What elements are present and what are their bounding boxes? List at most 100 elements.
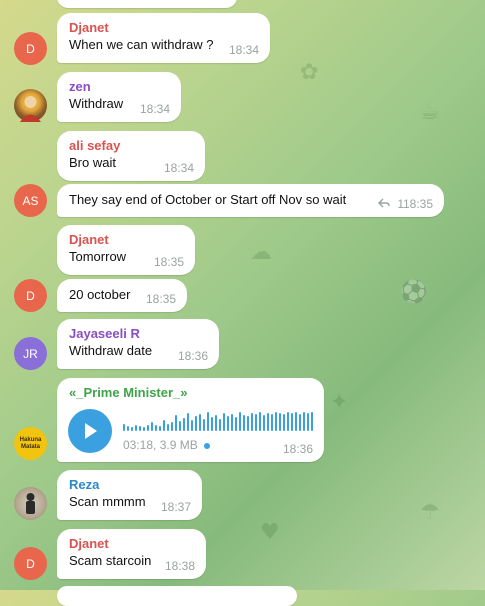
message-bubble-partial [57, 586, 297, 606]
reply-icon [377, 198, 390, 208]
avatar[interactable] [14, 89, 47, 122]
doodle-icon: ☂ [420, 500, 440, 525]
sender-name[interactable]: Djanet [69, 19, 258, 36]
message-bubble[interactable]: ali sefay Bro wait 18:34 [57, 131, 205, 181]
waveform-bar [179, 421, 181, 431]
waveform-bar [275, 412, 277, 431]
message-time: 18:36 [177, 349, 208, 363]
sender-name[interactable]: ali sefay [69, 137, 193, 154]
avatar[interactable]: JR [14, 337, 47, 370]
avatar[interactable]: AS [14, 184, 47, 217]
waveform-bar [139, 426, 141, 431]
play-button[interactable] [68, 409, 112, 453]
waveform-bar [211, 417, 213, 431]
waveform-bar [291, 413, 293, 431]
voice-message-bubble[interactable]: «_Prime Minister_» 03:18, 3.9 MB 18:36 [57, 378, 324, 462]
message-bubble[interactable]: They say end of October or Start off Nov… [57, 184, 444, 217]
message-time: 18:34 [228, 43, 259, 57]
unplayed-dot [203, 442, 210, 449]
avatar-image-icon [26, 493, 35, 514]
waveform-bar [259, 412, 261, 431]
waveform-bar [295, 412, 297, 431]
message-bubble[interactable]: Jayaseeli R Withdraw date 18:36 [57, 319, 219, 369]
waveform-bar [311, 412, 313, 431]
message-time: 18:35 [402, 197, 433, 211]
waveform-bar [251, 413, 253, 431]
waveform-bar [167, 424, 169, 431]
play-icon [85, 423, 97, 439]
message-time: 18:34 [139, 102, 170, 116]
waveform-bar [299, 414, 301, 431]
waveform-bar [219, 419, 221, 431]
waveform-bar [203, 419, 205, 431]
waveform-bar [151, 422, 153, 431]
waveform-bar [175, 415, 177, 431]
waveform-bar [135, 425, 137, 431]
waveform-bar [159, 426, 161, 431]
avatar[interactable]: D [14, 547, 47, 580]
waveform-bar [247, 416, 249, 431]
message-bubble[interactable]: zen Withdraw 18:34 [57, 72, 181, 122]
waveform-bar [191, 420, 193, 431]
avatar[interactable]: Hakuna Matata [14, 427, 47, 460]
waveform-bar [263, 415, 265, 431]
waveform-bar [303, 412, 305, 431]
doodle-icon: ☕ [420, 100, 440, 125]
waveform-bar [171, 422, 173, 431]
sender-name[interactable]: Djanet [69, 535, 194, 552]
sender-name[interactable]: Reza [69, 476, 190, 493]
waveform-bar [243, 415, 245, 431]
waveform-bar [195, 416, 197, 431]
avatar[interactable]: D [14, 32, 47, 65]
message-text: When we can withdraw ? [69, 37, 214, 52]
message-text: Withdraw date [69, 343, 153, 358]
waveform-bar [143, 427, 145, 431]
doodle-icon: ✿ [300, 60, 319, 85]
message-bubble[interactable]: Djanet Tomorrow 18:35 [57, 225, 195, 275]
doodle-icon: ✦ [330, 390, 349, 415]
waveform-bar [231, 414, 233, 431]
message-text: Scan mmmm [69, 494, 146, 509]
waveform-bar [235, 417, 237, 431]
message-bubble[interactable]: Djanet Scam starcoin 18:38 [57, 529, 206, 579]
message-bubble[interactable]: Djanet When we can withdraw ? 18:34 [57, 13, 270, 63]
message-time: 18:35 [145, 292, 176, 306]
sender-name[interactable]: Djanet [69, 231, 183, 248]
sender-name[interactable]: Jayaseeli R [69, 325, 207, 342]
message-time: 18:35 [153, 255, 184, 269]
waveform-bar [215, 415, 217, 431]
message-time: 18:36 [282, 442, 313, 456]
message-text: Scam starcoin [69, 553, 152, 568]
waveform-bar [187, 413, 189, 431]
waveform-bar [163, 420, 165, 431]
message-text: Tomorrow [69, 249, 127, 264]
chat-area: ✿ ☕ ☁ ⚽ ✦ ♥ ☂ Djanet When we can withdra… [0, 0, 485, 606]
message-time: 18:38 [164, 559, 195, 573]
waveform-bar [131, 427, 133, 431]
waveform-bar [199, 414, 201, 431]
waveform-bar [307, 413, 309, 431]
message-text: 20 october [69, 287, 131, 302]
message-time: 18:34 [163, 161, 194, 175]
message-text: They say end of October or Start off Nov… [69, 192, 347, 207]
voice-info: 03:18, 3.9 MB [123, 438, 210, 452]
waveform-bar [123, 424, 125, 431]
sender-name[interactable]: «_Prime Minister_» [69, 384, 312, 401]
message-text: Withdraw [69, 96, 124, 111]
waveform-bar [155, 425, 157, 431]
reply-indicator[interactable]: 1 [377, 197, 404, 211]
waveform-bar [279, 413, 281, 431]
waveform-bar [127, 426, 129, 431]
sender-name[interactable]: zen [69, 78, 169, 95]
message-bubble[interactable]: Reza Scan mmmm 18:37 [57, 470, 202, 520]
message-bubble[interactable]: 20 october 18:35 [57, 279, 187, 312]
waveform-bar [271, 414, 273, 431]
waveform-bar [283, 414, 285, 431]
waveform-bar [287, 412, 289, 431]
message-bubble-partial [57, 0, 237, 8]
waveform-bar [223, 413, 225, 431]
avatar[interactable] [14, 487, 47, 520]
message-text: Bro wait [69, 155, 116, 170]
waveform-bar [267, 413, 269, 431]
avatar[interactable]: D [14, 279, 47, 312]
